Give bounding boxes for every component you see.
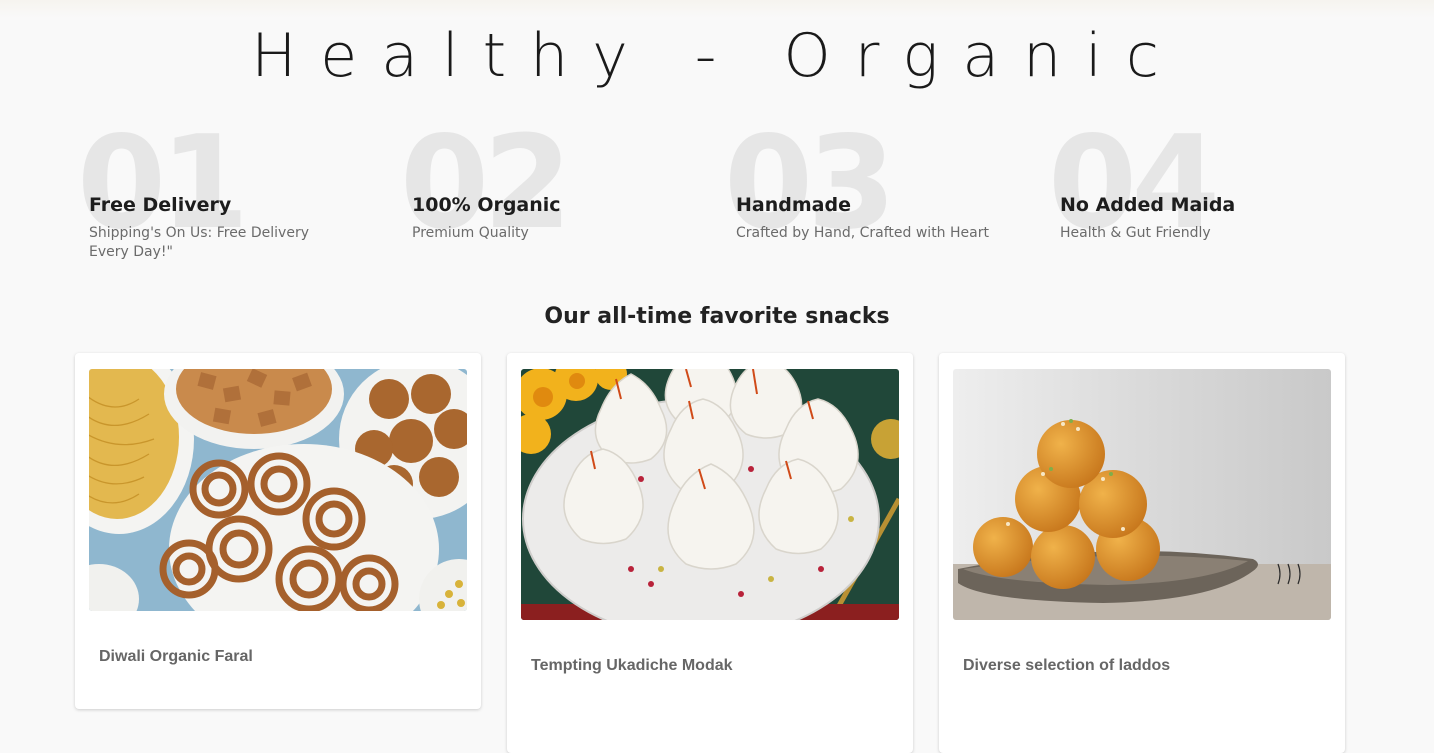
feature-description: Premium Quality <box>412 225 529 241</box>
section-title: Our all-time favorite snacks <box>544 304 890 329</box>
feature-title: Free Delivery <box>89 194 232 216</box>
feature-organic: 02 100% Organic Premium Quality <box>400 120 712 270</box>
top-bar <box>0 0 1434 18</box>
product-card-laddos[interactable]: Diverse selection of laddos <box>939 353 1345 753</box>
product-name[interactable]: Tempting Ukadiche Modak <box>531 657 733 675</box>
product-card-faral[interactable]: Diwali Organic Faral <box>75 353 481 709</box>
feature-title: No Added Maida <box>1060 194 1236 216</box>
feature-description: Shipping's On Us: Free Delivery Every Da… <box>89 225 309 260</box>
product-name[interactable]: Diverse selection of laddos <box>963 657 1170 675</box>
hero-title: Healthy - Organic <box>251 21 1183 91</box>
product-name[interactable]: Diwali Organic Faral <box>99 648 253 666</box>
product-card-modak[interactable]: Tempting Ukadiche Modak <box>507 353 913 753</box>
feature-free-delivery: 01 Free Delivery Shipping's On Us: Free … <box>77 120 389 270</box>
modak-photo[interactable] <box>521 369 899 620</box>
feature-handmade: 03 Handmade Crafted by Hand, Crafted wit… <box>724 120 1036 270</box>
laddoo-photo[interactable] <box>953 369 1331 620</box>
feature-description: Crafted by Hand, Crafted with Heart <box>736 225 989 241</box>
feature-description: Health & Gut Friendly <box>1060 225 1211 241</box>
faral-snacks-photo[interactable] <box>89 369 467 611</box>
feature-title: 100% Organic <box>412 194 561 216</box>
feature-title: Handmade <box>736 194 851 216</box>
feature-no-maida: 04 No Added Maida Health & Gut Friendly <box>1048 120 1360 270</box>
